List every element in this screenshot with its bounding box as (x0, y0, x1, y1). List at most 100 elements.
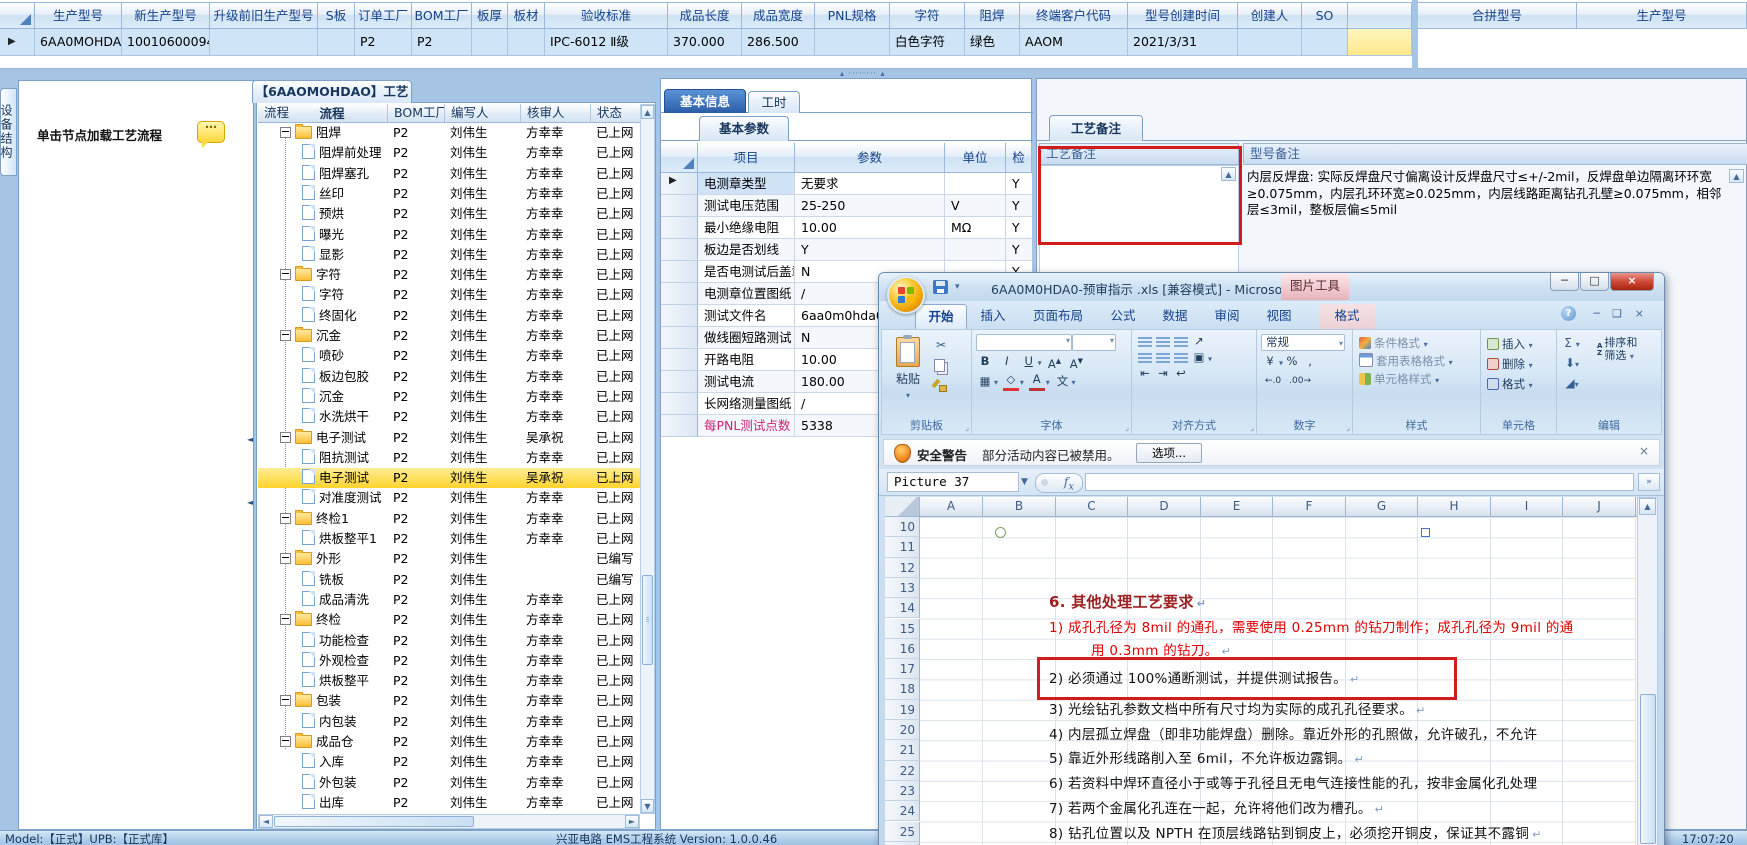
select-all-corner[interactable] (0, 2, 35, 29)
sheet-column-header[interactable]: D (1128, 497, 1201, 517)
splitter-collapse-icon[interactable]: ◄ (247, 435, 253, 444)
align-center-icon[interactable] (1156, 353, 1170, 363)
flow-node[interactable]: 水洗烘干 (258, 407, 388, 427)
flow-node[interactable]: 入库 (258, 752, 388, 772)
flow-node[interactable]: 丝印 (258, 184, 388, 204)
flow-node[interactable]: 沉金 (258, 326, 388, 346)
param-unit-cell[interactable] (945, 239, 1006, 261)
flow-node[interactable]: 外包装 (258, 773, 388, 793)
column-header[interactable]: 终端客户代码 (1020, 2, 1128, 29)
column-header[interactable] (1348, 2, 1412, 29)
number-format-select[interactable]: 常规 (1261, 334, 1345, 351)
param-item-cell[interactable]: 最小绝缘电阻 (698, 217, 795, 239)
flow-row[interactable]: 预烘 P2 刘伟生 方幸幸 已上网 (258, 204, 640, 224)
param-item-cell[interactable]: 是否电测试后盖章 (698, 261, 795, 283)
italic-button[interactable]: I (999, 354, 1015, 370)
align-right-icon[interactable] (1174, 353, 1188, 363)
sheet-row-header[interactable]: 13 (885, 577, 920, 599)
grid-cell[interactable]: 370.000 (668, 29, 742, 56)
column-header[interactable]: SO (1302, 2, 1348, 29)
sheet-column-header[interactable]: C (1056, 497, 1128, 517)
flow-row[interactable]: 板边包胶 P2 刘伟生 方幸幸 已上网 (258, 367, 640, 387)
insert-cells-button[interactable]: 插入 ▾ (1483, 335, 1554, 355)
dialog-launcher-icon[interactable]: ⌟ (1125, 423, 1129, 432)
flow-row[interactable]: 字符 P2 刘伟生 方幸幸 已上网 (258, 265, 640, 285)
accounting-format-icon[interactable]: ¥ (1262, 354, 1278, 370)
param-item-cell[interactable]: 电测章类型 (698, 173, 795, 195)
expand-collapse-icon[interactable] (280, 269, 291, 281)
scroll-left-icon[interactable]: ◄ (259, 815, 273, 828)
param-row-selector[interactable] (661, 415, 698, 437)
flow-row[interactable]: 喷砂 P2 刘伟生 方幸幸 已上网 (258, 346, 640, 366)
param-column-header[interactable]: 参数 (795, 143, 945, 173)
sheet-row-header[interactable]: 20 (885, 720, 920, 741)
minimize-button[interactable]: ─ (1550, 273, 1579, 291)
grid-cell[interactable] (815, 29, 890, 56)
name-box-dropdown-icon[interactable]: ▼ (1021, 477, 1028, 487)
font-name-select[interactable] (976, 334, 1072, 351)
sheet-column-header[interactable]: B (983, 497, 1056, 517)
param-column-header[interactable]: 检 (1006, 143, 1032, 173)
flow-node[interactable]: 出库 (258, 793, 388, 813)
scrollbar-thumb[interactable] (274, 816, 474, 827)
name-box[interactable]: Picture 37 (887, 472, 1019, 492)
flow-row[interactable]: 对准度测试 P2 刘伟生 方幸幸 已上网 (258, 488, 640, 508)
splitter-grip[interactable]: ▴ ········ ▴ (840, 69, 885, 78)
param-item-cell[interactable]: 长网络测量图纸 (698, 393, 795, 415)
flow-column-header[interactable]: 编写人 (445, 104, 521, 123)
flow-row[interactable]: 功能检查 P2 刘伟生 方幸幸 已上网 (258, 631, 640, 651)
column-header[interactable]: 生产型号 (1577, 2, 1747, 29)
param-row-selector[interactable] (661, 327, 698, 349)
format-painter-icon[interactable] (930, 376, 952, 394)
flow-row[interactable]: 包装 P2 刘伟生 方幸幸 已上网 (258, 691, 640, 711)
column-header[interactable]: 阻焊 (965, 2, 1020, 29)
grid-cell[interactable] (1302, 29, 1348, 56)
align-middle-icon[interactable] (1156, 337, 1170, 347)
border-button[interactable]: ▦ (977, 374, 993, 390)
flow-node[interactable]: 阻焊塞孔 (258, 164, 388, 184)
sheet-row-header[interactable]: 24 (885, 801, 920, 822)
format-cells-button[interactable]: 格式 ▾ (1483, 375, 1554, 395)
expand-collapse-icon[interactable] (280, 330, 291, 341)
worksheet[interactable]: A B C D E F G H I J 10 11 12 13 14 15 16 17 18 19 20 21 22 23 24… (885, 497, 1658, 845)
formula-bar-expand-icon[interactable]: » (1638, 473, 1660, 491)
sheet-row-header[interactable]: 23 (885, 780, 920, 802)
workbook-close-icon[interactable]: × (1635, 307, 1644, 320)
flow-node[interactable]: 预烘 (258, 204, 388, 224)
grid-cell[interactable]: 286.500 (742, 29, 815, 56)
flow-node[interactable]: 包装 (258, 691, 388, 711)
param-row-selector[interactable] (661, 283, 698, 305)
excel-tab-5[interactable]: 数据 (1149, 304, 1201, 329)
flow-node[interactable]: 成品清洗 (258, 590, 388, 610)
dialog-launcher-icon[interactable]: ⌟ (1346, 423, 1350, 432)
conditional-format-button[interactable]: 条件格式 ▾ (1355, 335, 1478, 353)
flow-row[interactable]: 阻焊 P2 刘伟生 方幸幸 已上网 (258, 123, 640, 143)
grid-cell[interactable]: IPC-6012 Ⅱ级 (545, 29, 668, 56)
grid-cell[interactable] (318, 29, 355, 56)
flow-row[interactable]: 出库 P2 刘伟生 方幸幸 已上网 (258, 793, 640, 813)
sheet-column-header[interactable]: I (1491, 497, 1563, 517)
wrap-text-icon[interactable]: ↩ (1173, 366, 1189, 382)
highlighted-cell[interactable] (1348, 29, 1412, 56)
param-flag-cell[interactable]: Y (1006, 195, 1032, 217)
param-flag-cell[interactable]: Y (1006, 239, 1032, 261)
column-header[interactable]: 合拼型号 (1418, 2, 1577, 29)
param-item-cell[interactable]: 测试文件名 (698, 305, 795, 327)
flow-row[interactable]: 丝印 P2 刘伟生 方幸幸 已上网 (258, 184, 640, 204)
column-header[interactable]: 新生产型号 (122, 2, 210, 29)
fill-icon[interactable]: ⬇▾ (1561, 354, 1583, 372)
fill-color-button[interactable]: ◇ (1002, 372, 1019, 391)
param-unit-cell[interactable]: V (945, 195, 1006, 217)
flow-node[interactable]: 终检 (258, 610, 388, 630)
sheet-column-header[interactable]: G (1346, 497, 1418, 517)
bold-button[interactable]: B (977, 354, 993, 370)
sheet-row-header[interactable]: 16 (885, 638, 920, 660)
sheet-column-header[interactable]: J (1563, 497, 1636, 517)
excel-tab-2[interactable]: 插入 (967, 304, 1019, 329)
column-header[interactable]: 创建人 (1238, 2, 1302, 29)
flow-row[interactable]: 水洗烘干 P2 刘伟生 方幸幸 已上网 (258, 407, 640, 427)
param-flag-cell[interactable]: Y (1006, 173, 1032, 195)
flow-node[interactable]: 成品仓 (258, 732, 388, 752)
grid-cell[interactable]: 绿色 (965, 29, 1020, 56)
security-close-icon[interactable]: × (1639, 444, 1649, 458)
